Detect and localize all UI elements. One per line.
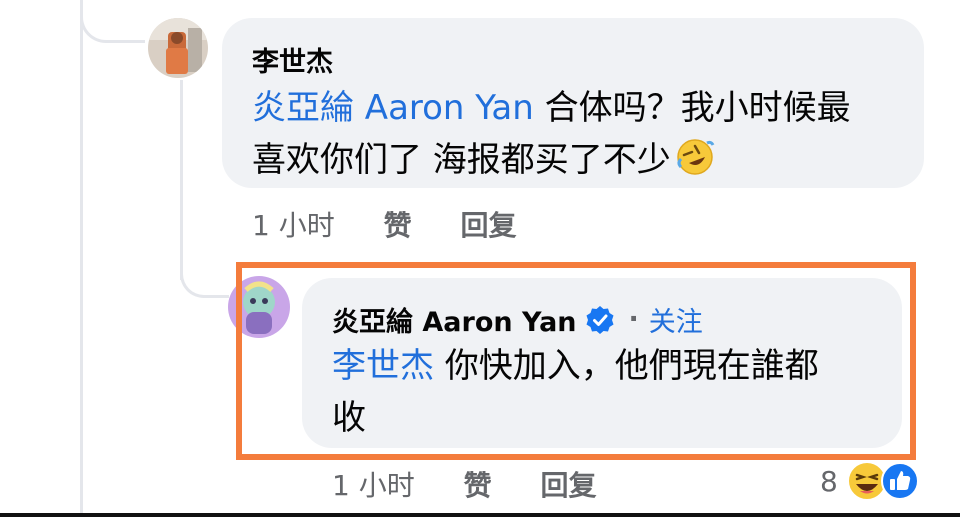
comment-meta: 1 小时 赞 回复 <box>252 204 517 244</box>
comment-text-part: 合体吗？我小时候最 <box>533 88 851 128</box>
mention-link[interactable]: 炎亞綸 Aaron Yan <box>252 88 534 128</box>
thread-line <box>80 0 83 517</box>
comment-time[interactable]: 1 小时 <box>252 204 335 244</box>
rofl-emoji-icon <box>675 137 715 192</box>
reaction-count: 8 <box>820 464 838 498</box>
comment-text: 炎亞綸 Aaron Yan 合体吗？我小时候最 喜欢你们了 海报都买了不少 <box>252 82 912 192</box>
comment-author[interactable]: 李世杰 <box>252 40 333 79</box>
like-reaction-icon <box>880 461 920 501</box>
reply-connector <box>180 245 229 298</box>
reply-button[interactable]: 回复 <box>541 464 597 504</box>
avatar-li-shijie[interactable] <box>148 18 208 78</box>
reply-time[interactable]: 1 小时 <box>332 464 415 504</box>
comment-bubble: 李世杰 炎亞綸 Aaron Yan 合体吗？我小时候最 喜欢你们了 海报都买了不… <box>222 18 924 188</box>
highlight-box <box>236 262 916 460</box>
like-button[interactable]: 赞 <box>464 464 492 504</box>
comment-text-part: 喜欢你们了 海报都买了不少 <box>252 140 671 180</box>
comment-line: 喜欢你们了 海报都买了不少 <box>252 134 912 192</box>
avatar-image <box>148 18 208 78</box>
thread-connector <box>80 0 145 43</box>
like-button[interactable]: 赞 <box>384 204 412 244</box>
reply-button[interactable]: 回复 <box>461 204 517 244</box>
bottom-border <box>0 513 960 517</box>
comment-line: 炎亞綸 Aaron Yan 合体吗？我小时候最 <box>252 82 912 134</box>
reactions-summary[interactable]: 8 <box>820 460 920 502</box>
reply-meta: 1 小时 赞 回复 <box>332 464 597 504</box>
